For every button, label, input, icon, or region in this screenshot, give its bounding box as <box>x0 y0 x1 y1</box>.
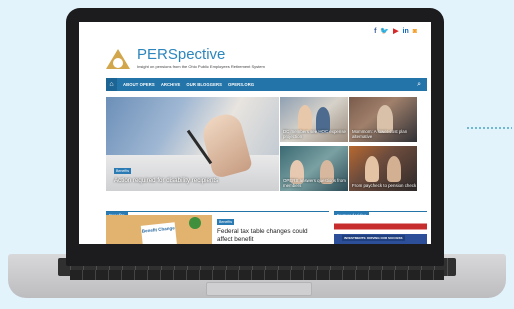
search-icon[interactable]: ⌕ <box>417 81 421 89</box>
facebook-icon[interactable]: f <box>374 28 376 36</box>
section-header-benefits: Benefits <box>106 204 329 219</box>
rss-icon[interactable]: ◙ <box>413 28 417 36</box>
thumbnail-article[interactable]: From paycheck to pension check <box>349 146 417 191</box>
section-header-featured-video: Featured Video <box>334 204 427 219</box>
benefit-article-title[interactable]: Federal tax table changes could affect b… <box>217 228 317 243</box>
nav-item-opers-org[interactable]: OPERS.ORG <box>228 82 254 87</box>
benefit-article-image[interactable]: Benefit Change <box>106 215 212 244</box>
thumbnail-article[interactable]: DC members see HOC expense projection <box>280 97 348 142</box>
brand-tagline: Insight on pensions from the Ohio Public… <box>137 64 265 69</box>
nav-item-archive[interactable]: ARCHIVE <box>161 82 181 87</box>
nav-item-about[interactable]: ABOUT OPERS <box>123 82 155 87</box>
youtube-icon[interactable]: ▶ <box>393 28 398 36</box>
thumbnail-caption[interactable]: From paycheck to pension check <box>352 183 416 188</box>
hero-tag[interactable]: Benefits <box>114 168 131 174</box>
twitter-icon[interactable]: 🐦 <box>380 28 389 36</box>
brand-title[interactable]: PERSpective <box>137 47 225 63</box>
hero-image-paper <box>106 155 279 191</box>
linkedin-icon[interactable]: in <box>403 28 409 36</box>
nav-item-bloggers[interactable]: OUR BLOGGERS <box>186 82 222 87</box>
thumbnail-article[interactable]: OPERS answers questions from members <box>280 146 348 191</box>
benefit-note: Benefit Change <box>140 222 178 244</box>
home-icon[interactable]: ⌂ <box>106 78 117 91</box>
laptop-screen: f 🐦 ▶ in ◙ PERSpective Insight on pensio… <box>79 22 431 244</box>
decorative-dotted-line <box>466 127 512 129</box>
plant-decoration <box>189 217 201 229</box>
thumbnail-caption[interactable]: OPERS answers questions from members <box>283 178 348 188</box>
hero-title[interactable]: Action required for disability recipient… <box>114 177 218 184</box>
thumbnail-caption[interactable]: DC members see HOC expense projection <box>283 129 348 139</box>
laptop-keyboard-row <box>70 270 444 280</box>
thumbnail-article[interactable]: Mommom: A lower-cost plan alternative <box>349 97 417 142</box>
laptop-trackpad <box>206 282 312 296</box>
featured-video[interactable]: INVESTMENTS: DRIVING OUR SUCCESS <box>334 215 427 244</box>
video-caption: INVESTMENTS: DRIVING OUR SUCCESS <box>342 235 405 241</box>
thumbnail-caption[interactable]: Mommom: A lower-cost plan alternative <box>352 129 417 139</box>
social-links: f 🐦 ▶ in ◙ <box>374 28 417 36</box>
benefit-article-tag[interactable]: Benefits <box>217 219 234 225</box>
logo-icon[interactable] <box>106 49 130 69</box>
main-navigation: ⌂ ABOUT OPERS ARCHIVE OUR BLOGGERS OPERS… <box>106 78 427 91</box>
hero-article[interactable]: Benefits Action required for disability … <box>106 97 279 191</box>
